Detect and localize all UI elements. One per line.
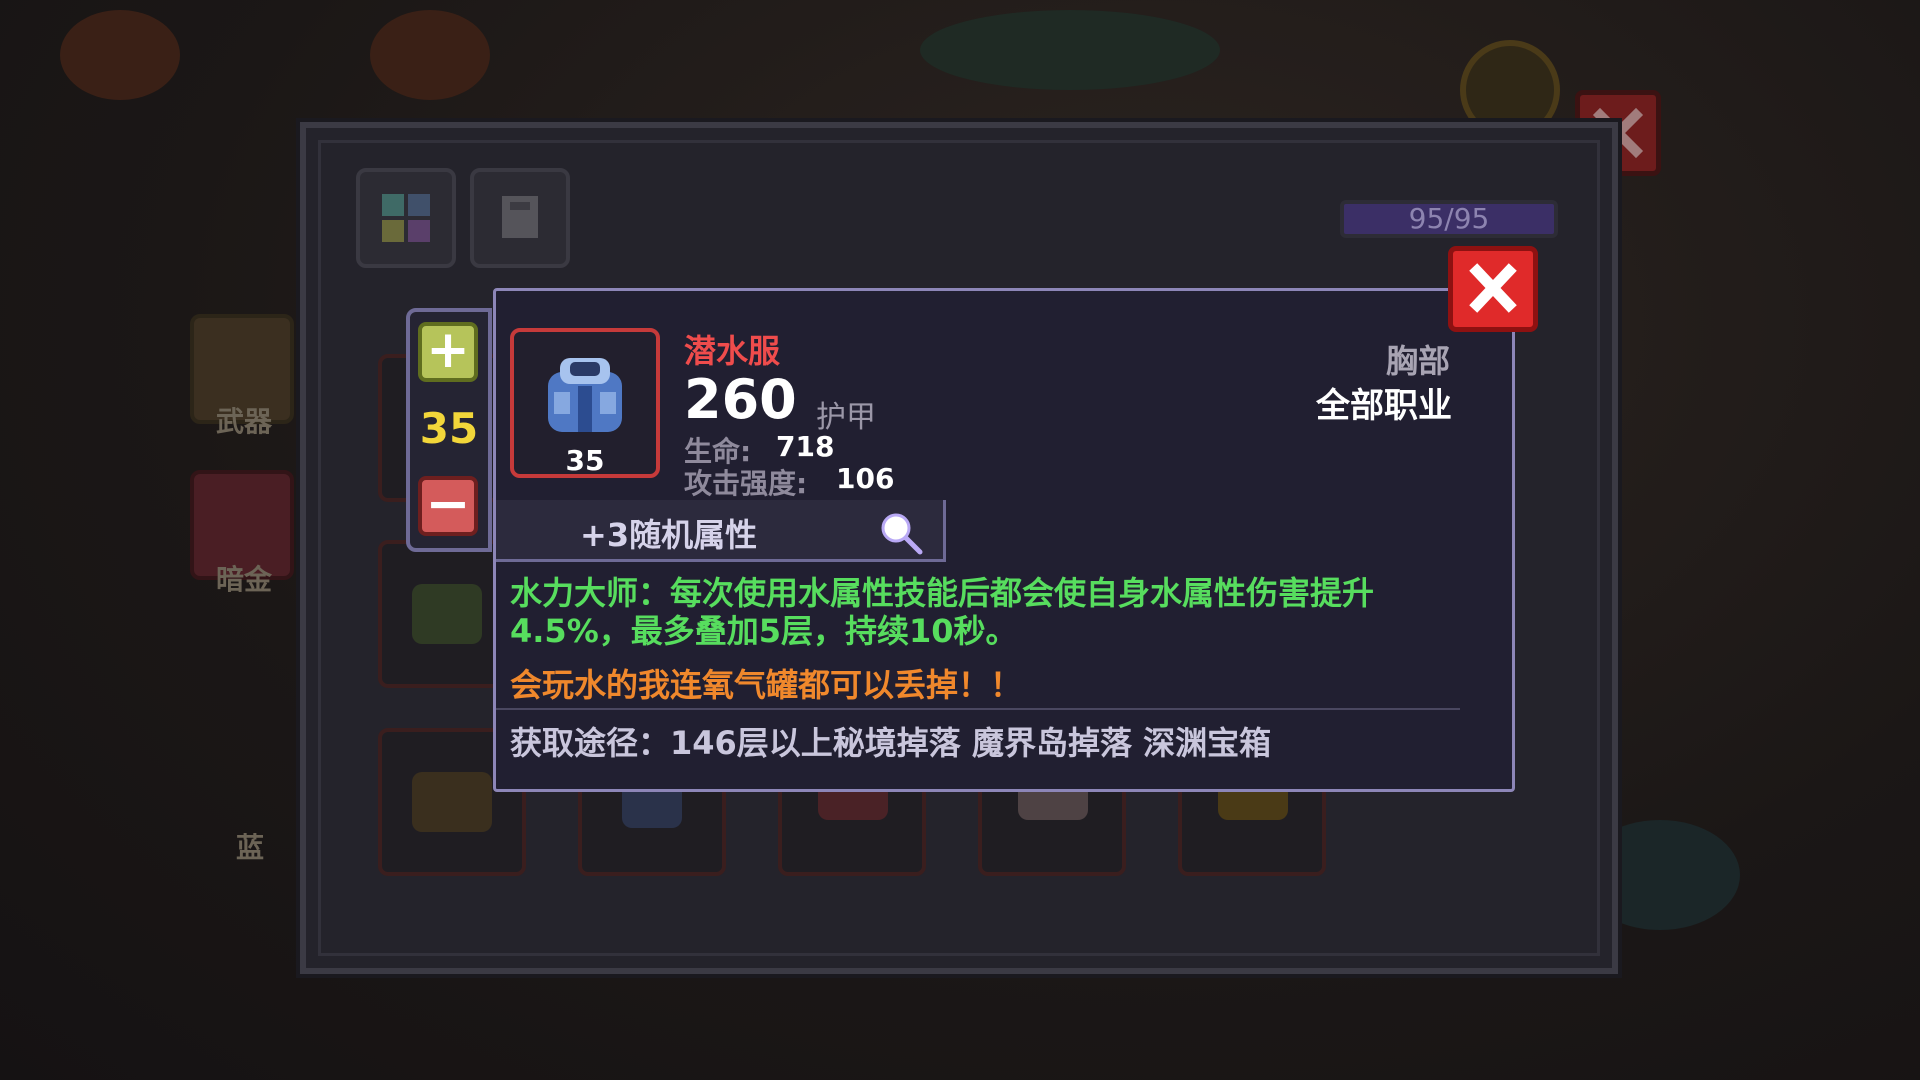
close-icon <box>1469 263 1517 313</box>
random-attributes-label: +3随机属性 <box>580 516 758 554</box>
category-blue-label: 蓝 <box>236 831 265 864</box>
stat-label: 攻击强度: <box>684 467 808 500</box>
item-slot-type: 胸部 <box>1385 342 1450 380</box>
armor-value: 260 <box>684 368 797 431</box>
item-level: 35 <box>565 444 605 477</box>
category-dark-gold-label: 暗金 <box>216 563 273 596</box>
stat-value: 106 <box>836 462 895 495</box>
storage-capacity: 95/95 <box>1340 200 1558 238</box>
stat-value: 718 <box>776 430 835 463</box>
item-flavor-text: 会玩水的我连氧气罐都可以丢掉！！ <box>510 666 1023 704</box>
level-decrease-button[interactable]: − <box>418 476 478 536</box>
skill-line: 水力大师：每次使用水属性技能后都会使自身水属性伤害提升 <box>510 574 1375 612</box>
tab-equipment[interactable] <box>470 168 570 268</box>
item-source: 获取途径：146层以上秘境掉落 魔界岛掉落 深渊宝箱 <box>510 724 1272 762</box>
category-weapon-label: 武器 <box>216 405 273 438</box>
tab-all-items[interactable] <box>356 168 456 268</box>
slot-item-icon <box>412 772 492 832</box>
armor-icon <box>502 196 538 238</box>
category-weapon[interactable]: 武器 <box>190 314 294 438</box>
item-class-requirement: 全部职业 <box>1316 386 1452 426</box>
tooltip-divider <box>496 708 1460 710</box>
item-name: 潜水服 <box>684 332 781 370</box>
level-increase-button[interactable]: + <box>418 322 478 382</box>
background-lantern <box>60 10 180 100</box>
grid-icon <box>382 194 430 242</box>
background-tree <box>920 10 1220 90</box>
skill-line: 4.5%，最多叠加5层，持续10秒。 <box>510 612 1018 650</box>
slot-item-icon <box>412 584 482 644</box>
category-dark-gold[interactable]: 暗金 <box>190 470 294 596</box>
item-skill-description: 水力大师：每次使用水属性技能后都会使自身水属性伤害提升 4.5%，最多叠加5层，… <box>510 574 1450 650</box>
tooltip-close-button[interactable] <box>1448 246 1538 332</box>
magnifier-icon[interactable] <box>876 508 926 562</box>
background-lantern <box>370 10 490 100</box>
level-value: 35 <box>419 404 479 453</box>
